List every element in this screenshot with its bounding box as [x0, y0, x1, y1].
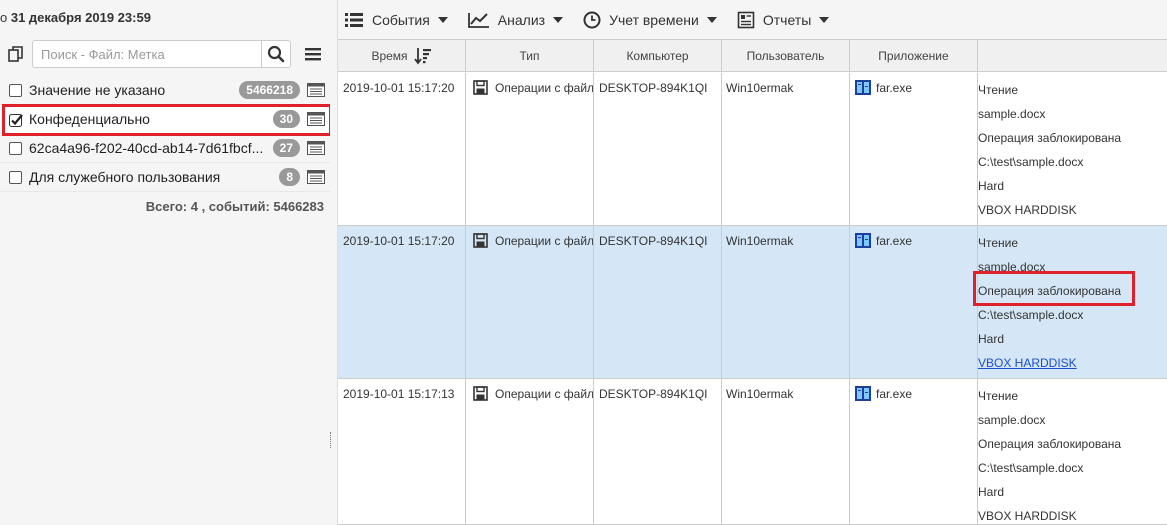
checkmark-icon: [9, 113, 23, 127]
events-menu[interactable]: События: [344, 12, 448, 28]
event-details: Чтение sample.docx Операция заблокирован…: [978, 83, 1122, 217]
event-details: Чтение sample.docx Операция заблокирован…: [978, 236, 1122, 370]
events-table: Время Тип Компьютер Пользователь Приложе…: [338, 39, 1167, 525]
tag-checkbox-checked[interactable]: [9, 113, 23, 127]
floppy-disk-icon: [473, 233, 488, 248]
event-app: far.exe: [876, 234, 913, 248]
reports-label: Отчеты: [762, 11, 812, 28]
column-header-computer[interactable]: Компьютер: [594, 40, 722, 72]
chevron-down-icon: [437, 16, 448, 23]
sort-desc-icon[interactable]: [413, 47, 432, 65]
event-app: far.exe: [876, 387, 913, 401]
analysis-label: Анализ: [497, 11, 546, 28]
event-user: Win10ermak: [726, 81, 794, 95]
search-icon: [267, 45, 285, 63]
tag-checkbox[interactable]: [9, 170, 22, 184]
tag-label: 62ca4a96-f202-40cd-ab14-7d61fbcf...: [29, 140, 264, 156]
device-link[interactable]: VBOX HARDDISK: [978, 356, 1077, 370]
event-computer: DESKTOP-894K1QI: [599, 387, 708, 401]
line-chart-icon: [467, 12, 489, 28]
tag-count-badge: 5466218: [239, 81, 300, 99]
list-icon[interactable]: [307, 170, 325, 184]
event-type: Операции с файл: [495, 387, 594, 401]
date-prefix: о: [0, 10, 8, 25]
time-tracking-menu[interactable]: Учет времени: [583, 11, 717, 29]
column-header-time[interactable]: Время: [338, 40, 466, 72]
list-icon[interactable]: [307, 112, 325, 126]
event-user: Win10ermak: [726, 387, 794, 401]
tag-list: Значение не указано 5466218 Конфеденциал…: [0, 76, 330, 192]
event-computer: DESKTOP-894K1QI: [599, 234, 708, 248]
tag-label: Конфеденциально: [29, 111, 150, 127]
event-computer: DESKTOP-894K1QI: [599, 81, 708, 95]
floppy-disk-icon: [473, 80, 488, 95]
tag-label: Для служебного пользования: [29, 169, 221, 185]
chevron-down-icon: [819, 16, 830, 23]
event-time: 2019-10-01 15:17:20: [343, 234, 455, 248]
tag-item-1[interactable]: Конфеденциально 30: [0, 105, 330, 134]
event-type: Операции с файл: [495, 81, 594, 95]
tag-total: Всего: 4 , событий: 5466283: [145, 199, 324, 214]
column-header-details: [978, 40, 1167, 72]
tag-label: Значение не указано: [29, 82, 166, 98]
events-label: События: [372, 11, 430, 28]
table-row[interactable]: 2019-10-01 15:17:13 Операции с файл DESK…: [338, 379, 1167, 525]
main-toolbar: События Анализ Учет времени Отчеты: [338, 0, 1167, 39]
hamburger-menu-button[interactable]: [302, 44, 324, 64]
reports-menu[interactable]: Отчеты: [737, 11, 830, 29]
event-time: 2019-10-01 15:17:13: [343, 387, 455, 401]
list-icon[interactable]: [307, 83, 325, 97]
copy-icon[interactable]: [6, 45, 26, 65]
event-user: Win10ermak: [726, 234, 794, 248]
event-app: far.exe: [876, 81, 913, 95]
date-end: 31 декабря 2019 23:59: [10, 10, 151, 25]
search-button[interactable]: [261, 40, 291, 68]
hamburger-icon: [305, 48, 321, 61]
tag-checkbox[interactable]: [9, 83, 22, 97]
chevron-down-icon: [706, 16, 717, 23]
panel-splitter[interactable]: [330, 0, 338, 525]
event-details: Чтение sample.docx Операция заблокирован…: [978, 389, 1122, 523]
tag-checkbox[interactable]: [9, 141, 22, 155]
analysis-menu[interactable]: Анализ: [467, 11, 564, 28]
event-type: Операции с файл: [495, 234, 594, 248]
time-tracking-label: Учет времени: [609, 11, 699, 28]
tag-item-3[interactable]: Для служебного пользования 8: [0, 163, 330, 192]
search-row: [0, 40, 330, 70]
far-manager-icon: [855, 80, 871, 95]
tag-item-2[interactable]: 62ca4a96-f202-40cd-ab14-7d61fbcf... 27: [0, 134, 330, 163]
column-header-app[interactable]: Приложение: [850, 40, 978, 72]
tag-item-0[interactable]: Значение не указано 5466218: [0, 76, 330, 105]
search-input[interactable]: [32, 40, 261, 68]
table-row-selected[interactable]: 2019-10-01 15:17:20 Операции с файл DESK…: [338, 226, 1167, 379]
list-bullets-icon: [345, 12, 363, 27]
tag-count-badge: 30: [272, 110, 300, 128]
far-manager-icon: [855, 233, 871, 248]
floppy-disk-icon: [473, 386, 488, 401]
list-icon[interactable]: [307, 141, 325, 155]
report-icon: [737, 11, 755, 28]
far-manager-icon: [855, 386, 871, 401]
tag-count-badge: 8: [279, 168, 300, 186]
filter-panel: о 31 декабря 2019 23:59 Поиск - Файл: Ме…: [0, 0, 332, 525]
tag-count-badge: 27: [272, 139, 300, 157]
clock-icon: [583, 11, 601, 28]
table-row[interactable]: 2019-10-01 15:17:20 Операции с файл DESK…: [338, 73, 1167, 226]
column-header-user[interactable]: Пользователь: [722, 40, 850, 72]
date-range: о 31 декабря 2019 23:59: [0, 10, 151, 30]
table-header: Время Тип Компьютер Пользователь Приложе…: [338, 39, 1167, 72]
chevron-down-icon: [553, 16, 564, 23]
event-time: 2019-10-01 15:17:20: [343, 81, 455, 95]
column-header-type[interactable]: Тип: [466, 40, 594, 72]
